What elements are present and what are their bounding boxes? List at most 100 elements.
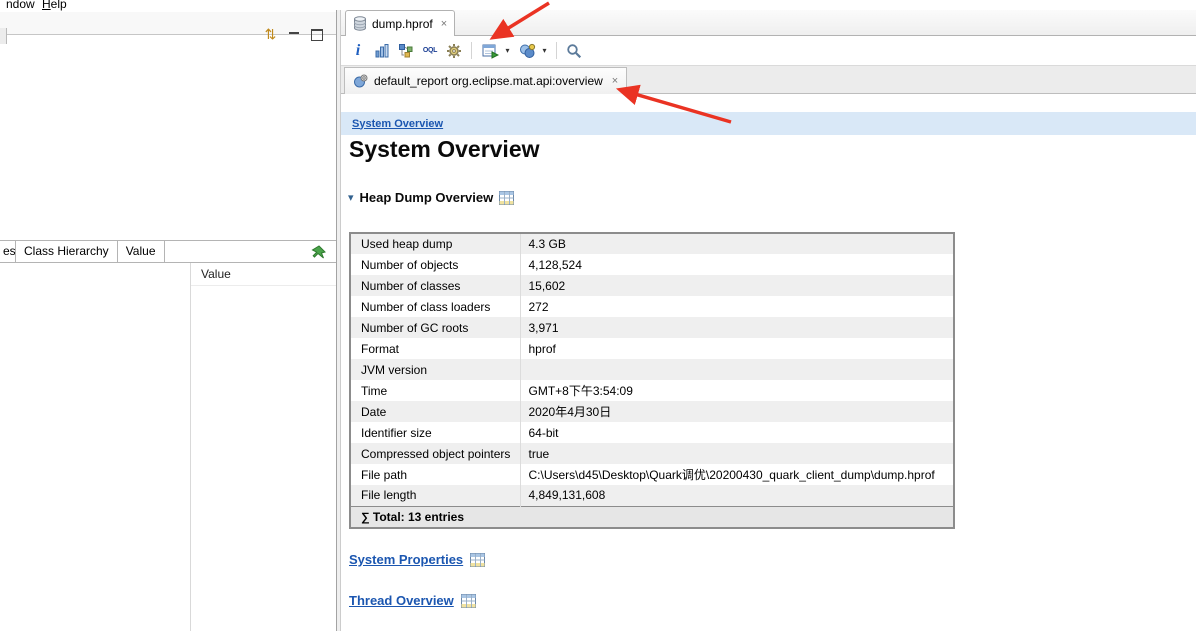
tab-value[interactable]: Value <box>118 241 165 262</box>
table-row: Format hprof <box>350 338 954 359</box>
row-value: true <box>520 443 954 464</box>
open-in-table-icon[interactable] <box>461 594 476 608</box>
row-name: Number of classes <box>350 275 520 296</box>
calculate-retained-size-button[interactable] <box>443 40 465 62</box>
query-browser-inner[interactable] <box>516 40 538 62</box>
chevron-down-icon[interactable]: ▾ <box>348 191 354 204</box>
menu-window[interactable]: ndow <box>6 0 35 11</box>
search-button[interactable] <box>563 40 585 62</box>
oql-icon: OQL <box>423 47 437 54</box>
thread-overview-row: Thread Overview <box>349 593 476 608</box>
inspector-tab-bar: es Class Hierarchy Value <box>0 240 337 263</box>
run-report-inner[interactable] <box>479 40 501 62</box>
row-name: File length <box>350 485 520 506</box>
heap-dump-icon <box>353 16 367 31</box>
heap-dump-details-button[interactable]: i <box>347 40 369 62</box>
histogram-icon <box>374 43 390 59</box>
system-properties-link[interactable]: System Properties <box>349 552 463 567</box>
info-icon: i <box>356 42 360 60</box>
oql-button[interactable]: OQL <box>419 40 441 62</box>
close-icon[interactable]: × <box>612 75 618 87</box>
toolbar-separator <box>471 42 472 59</box>
tab-class-hierarchy[interactable]: Class Hierarchy <box>16 241 118 262</box>
run-report-icon <box>482 43 499 59</box>
row-value: C:\Users\d45\Desktop\Quark调优\20200430_qu… <box>520 464 954 485</box>
menu-help[interactable]: Help <box>42 0 67 11</box>
run-report-dropdown-icon[interactable]: ▾ <box>502 46 513 55</box>
row-name: Time <box>350 380 520 401</box>
table-row: Number of classes 15,602 <box>350 275 954 296</box>
table-row: Number of class loaders 272 <box>350 296 954 317</box>
row-name: Number of class loaders <box>350 296 520 317</box>
row-value: 4,849,131,608 <box>520 485 954 506</box>
pin-icon[interactable] <box>310 244 327 261</box>
row-name: Date <box>350 401 520 422</box>
system-properties-row: System Properties <box>349 552 485 567</box>
row-name: Number of objects <box>350 254 520 275</box>
row-name: File path <box>350 464 520 485</box>
left-view-toolbar: ⇅ <box>0 12 337 35</box>
tab-dump-hprof[interactable]: dump.hprof × <box>345 10 455 36</box>
minimize-view-button[interactable] <box>287 27 302 41</box>
tab-dump-hprof-label: dump.hprof <box>372 17 433 31</box>
table-row: Used heap dump 4.3 GB <box>350 233 954 254</box>
tab-default-report-overview[interactable]: default_report org.eclipse.mat.api:overv… <box>344 67 627 94</box>
maximize-view-button[interactable] <box>309 27 324 41</box>
table-row: JVM version <box>350 359 954 380</box>
table-row: Time GMT+8下午3:54:09 <box>350 380 954 401</box>
thread-overview-link[interactable]: Thread Overview <box>349 593 454 608</box>
open-in-table-icon[interactable] <box>499 191 514 205</box>
report-content: System Overview System Overview ▾ Heap D… <box>341 94 1196 631</box>
table-row: Number of objects 4,128,524 <box>350 254 954 275</box>
row-value: 15,602 <box>520 275 954 296</box>
row-value: 4.3 GB <box>520 233 954 254</box>
link-with-editor-icon[interactable]: ⇅ <box>261 25 280 44</box>
report-tab-label: default_report org.eclipse.mat.api:overv… <box>374 74 603 88</box>
query-browser-button[interactable]: ▾ <box>515 40 550 62</box>
table-row: Number of GC roots 3,971 <box>350 317 954 338</box>
run-expert-report-button[interactable]: ▾ <box>478 40 513 62</box>
search-icon <box>566 43 582 59</box>
total-label: ∑ Total: 13 entries <box>350 506 954 528</box>
table-row: Date 2020年4月30日 <box>350 401 954 422</box>
row-value: 3,971 <box>520 317 954 338</box>
table-row: File path C:\Users\d45\Desktop\Quark调优\2… <box>350 464 954 485</box>
close-icon[interactable]: × <box>441 18 447 30</box>
row-name: Compressed object pointers <box>350 443 520 464</box>
table-row: Compressed object pointers true <box>350 443 954 464</box>
pin-icon-glyph <box>310 244 327 261</box>
heap-dump-overview-section-header: ▾ Heap Dump Overview <box>348 190 514 205</box>
tab-attributes[interactable]: es <box>0 241 16 262</box>
row-name: Used heap dump <box>350 233 520 254</box>
row-value: 4,128,524 <box>520 254 954 275</box>
row-value: 64-bit <box>520 422 954 443</box>
editor-toolbar: i OQL <box>341 36 1196 66</box>
query-browser-dropdown-icon[interactable]: ▾ <box>539 46 550 55</box>
gear-icon <box>446 43 462 59</box>
heap-dump-overview-table: Used heap dump 4.3 GB Number of objects … <box>349 232 955 529</box>
breadcrumb-system-overview-link[interactable]: System Overview <box>352 118 443 130</box>
open-in-table-icon[interactable] <box>470 553 485 567</box>
value-column-header[interactable]: Value <box>191 263 337 286</box>
report-icon <box>353 74 368 89</box>
report-breadcrumb-bar: System Overview <box>341 112 1196 135</box>
row-name: Format <box>350 338 520 359</box>
row-name: Identifier size <box>350 422 520 443</box>
row-value: 272 <box>520 296 954 317</box>
histogram-button[interactable] <box>371 40 393 62</box>
row-value: 2020年4月30日 <box>520 401 954 422</box>
query-browser-icon <box>519 43 536 59</box>
report-tab-bar: default_report org.eclipse.mat.api:overv… <box>341 66 1196 94</box>
editor-tab-bar: dump.hprof × <box>341 10 1196 36</box>
table-row: File length 4,849,131,608 <box>350 485 954 506</box>
toolbar-separator <box>556 42 557 59</box>
row-name: JVM version <box>350 359 520 380</box>
table-row: Identifier size 64-bit <box>350 422 954 443</box>
page-title: System Overview <box>349 136 540 163</box>
row-value: GMT+8下午3:54:09 <box>520 380 954 401</box>
value-column-separator <box>190 263 191 631</box>
table-total-row: ∑ Total: 13 entries <box>350 506 954 528</box>
row-name: Number of GC roots <box>350 317 520 338</box>
dominator-tree-icon <box>398 43 414 59</box>
dominator-tree-button[interactable] <box>395 40 417 62</box>
